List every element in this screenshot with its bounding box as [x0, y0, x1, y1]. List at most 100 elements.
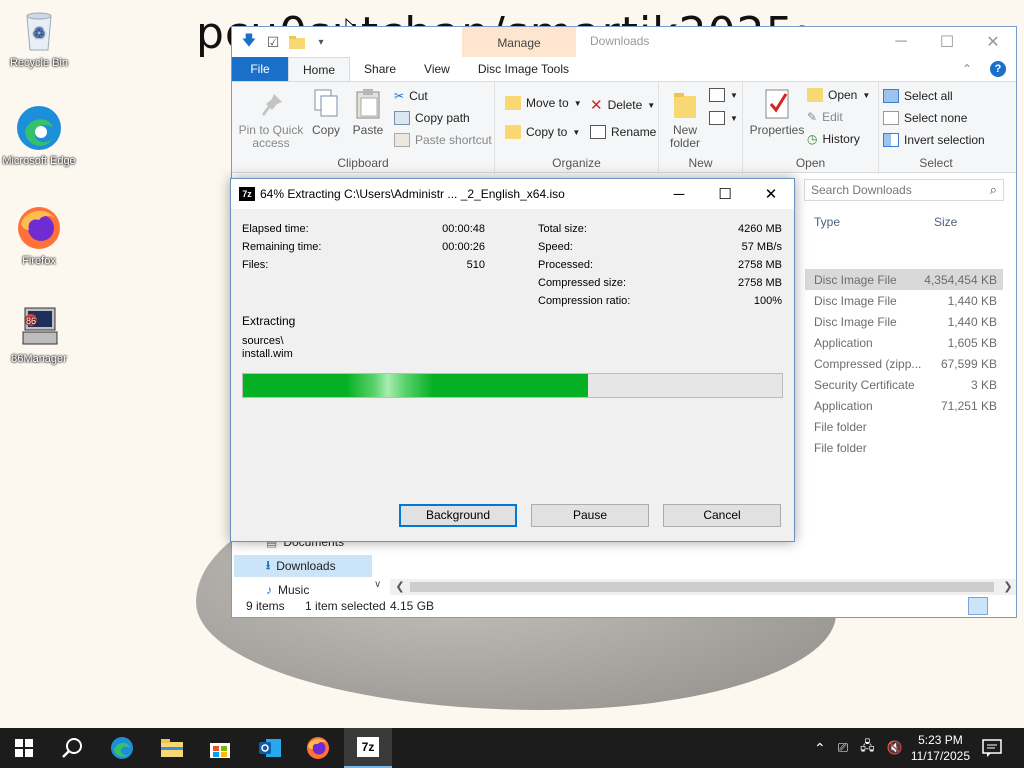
copy-path-button[interactable]: Copy path	[394, 111, 470, 125]
taskbar-file-explorer[interactable]	[148, 728, 196, 768]
new-folder-icon[interactable]	[288, 33, 306, 51]
clock[interactable]: 5:23 PM 11/17/2025	[911, 732, 970, 764]
new-folder-icon	[670, 88, 700, 120]
background-button[interactable]: Background	[399, 504, 517, 527]
file-row[interactable]: Security Certificate 3 KB	[805, 374, 1003, 395]
move-to-button[interactable]: Move to ▼	[505, 96, 582, 110]
tab-disc-image-tools[interactable]: Disc Image Tools	[464, 57, 583, 81]
maximize-button[interactable]: ☐	[702, 179, 748, 209]
edge-icon	[111, 737, 133, 759]
properties-icon[interactable]: ☑	[264, 33, 282, 51]
speed-label: Speed:	[538, 241, 573, 253]
down-arrow-icon[interactable]: 🡇	[240, 32, 258, 51]
minimize-button[interactable]: ─	[656, 179, 702, 209]
properties-button[interactable]: Properties	[747, 88, 807, 137]
open-button[interactable]: Open ▼	[807, 88, 870, 102]
chevron-up-icon[interactable]: ⌃	[814, 740, 826, 757]
file-row[interactable]: Disc Image File 1,440 KB	[805, 311, 1003, 332]
ribbon-group-clipboard: Pin to Quick access Copy Paste ✂ Cut Copy…	[232, 82, 495, 174]
new-item-button[interactable]: ▼	[709, 88, 738, 102]
select-all-button[interactable]: Select all	[883, 89, 953, 103]
minimize-button[interactable]: ─	[878, 27, 924, 57]
desktop-icon-86manager[interactable]: 86 86Manager	[2, 302, 76, 366]
scroll-right-icon[interactable]: ❯	[1000, 579, 1016, 595]
copy-button[interactable]: Copy	[308, 88, 344, 137]
large-icons-view-icon[interactable]	[992, 597, 1012, 615]
taskbar-outlook[interactable]	[246, 728, 294, 768]
store-icon	[210, 743, 230, 758]
tab-share[interactable]: Share	[350, 57, 410, 81]
invert-selection-button[interactable]: Invert selection	[883, 133, 985, 147]
search-button[interactable]	[48, 728, 96, 768]
tab-view[interactable]: View	[410, 57, 464, 81]
notifications-button[interactable]	[972, 728, 1012, 768]
pause-button[interactable]: Pause	[531, 504, 649, 527]
close-button[interactable]: ✕	[970, 27, 1016, 57]
close-button[interactable]: ✕	[748, 179, 794, 209]
file-row[interactable]: Disc Image File 1,440 KB	[805, 290, 1003, 311]
collapse-ribbon-icon[interactable]: ⌃	[962, 62, 972, 76]
scroll-left-icon[interactable]: ❮	[392, 579, 408, 595]
clock-date: 11/17/2025	[910, 749, 970, 763]
desktop-icon-firefox[interactable]: Firefox	[2, 204, 76, 268]
file-row[interactable]: Application 71,251 KB	[805, 395, 1003, 416]
edit-button[interactable]: ✎ Edit	[807, 110, 843, 124]
easy-access-button[interactable]: ▼	[709, 111, 738, 125]
chevron-down-icon: ▼	[573, 98, 582, 108]
cancel-button[interactable]: Cancel	[663, 504, 781, 527]
horizontal-scrollbar[interactable]: ❮ ❯	[390, 579, 1016, 595]
quick-access-toolbar: 🡇 ☑ ▾	[240, 32, 330, 51]
rename-button[interactable]: Rename	[590, 125, 656, 139]
taskbar-store[interactable]	[196, 728, 244, 768]
select-none-button[interactable]: Select none	[883, 111, 967, 125]
elapsed-time-value: 00:00:48	[442, 223, 485, 235]
easy-access-icon	[709, 111, 725, 125]
properties-icon	[762, 88, 792, 120]
current-file: install.wim	[242, 348, 293, 360]
nav-item-downloads[interactable]: ⭳ Downloads	[234, 555, 372, 577]
taskbar-firefox[interactable]	[294, 728, 342, 768]
desktop-icon-label: Firefox	[22, 255, 56, 267]
maximize-button[interactable]: ☐	[924, 27, 970, 57]
scrollbar-thumb[interactable]	[410, 582, 994, 592]
dialog-titlebar[interactable]: 7z 64% Extracting C:\Users\Administr ...…	[231, 179, 794, 209]
column-header-size[interactable]: Size	[934, 215, 957, 229]
cut-button[interactable]: ✂ Cut	[394, 89, 428, 103]
copy-to-button[interactable]: Copy to ▼	[505, 125, 580, 139]
ribbon-tabs: File Home Share View Disc Image Tools ⌃ …	[232, 57, 1016, 81]
desktop-icon-recycle-bin[interactable]: ♻ Recycle Bin	[2, 6, 76, 70]
chevron-down-icon[interactable]: ▾	[312, 33, 330, 51]
details-view-icon[interactable]	[968, 597, 988, 615]
meet-now-icon[interactable]: ⎚	[838, 740, 848, 756]
network-icon[interactable]: 🖧	[860, 737, 875, 759]
explorer-titlebar[interactable]: 🡇 ☑ ▾ Manage Downloads ─ ☐ ✕	[232, 27, 1016, 57]
chevron-down-icon: ▼	[730, 113, 738, 123]
paste-button[interactable]: Paste	[348, 88, 388, 137]
search-input[interactable]: Search Downloads ⌕	[804, 179, 1004, 201]
file-row[interactable]: Application 1,605 KB	[805, 332, 1003, 353]
file-row[interactable]: File folder	[805, 416, 1003, 437]
column-header-type[interactable]: Type	[814, 215, 840, 229]
tab-home[interactable]: Home	[288, 57, 351, 81]
pin-to-quick-access-button[interactable]: Pin to Quick access	[238, 88, 304, 150]
file-row[interactable]: Disc Image File 4,354,454 KB	[805, 269, 1003, 290]
nav-scroll-down-icon[interactable]: ∨	[374, 579, 381, 590]
open-icon	[807, 88, 823, 102]
new-folder-button[interactable]: New folder	[661, 88, 709, 150]
paste-shortcut-button[interactable]: Paste shortcut	[394, 133, 492, 147]
tab-file[interactable]: File	[232, 57, 288, 81]
help-icon[interactable]: ?	[990, 61, 1006, 77]
copy-path-icon	[394, 111, 410, 125]
window-title: Downloads	[590, 34, 650, 48]
start-button[interactable]	[0, 728, 48, 768]
delete-button[interactable]: ✕ Delete ▼	[590, 96, 655, 114]
volume-muted-icon[interactable]: 🔇	[887, 740, 903, 756]
file-row[interactable]: Compressed (zipp... 67,599 KB	[805, 353, 1003, 374]
history-button[interactable]: ◷ History	[807, 132, 860, 146]
desktop-icon-edge[interactable]: Microsoft Edge	[2, 104, 76, 168]
taskbar-7zip[interactable]: 7z	[344, 728, 392, 768]
file-row[interactable]: File folder	[805, 437, 1003, 458]
tab-manage[interactable]: Manage	[462, 27, 576, 57]
taskbar-edge[interactable]	[98, 728, 146, 768]
status-selected: 1 item selected	[305, 599, 386, 613]
